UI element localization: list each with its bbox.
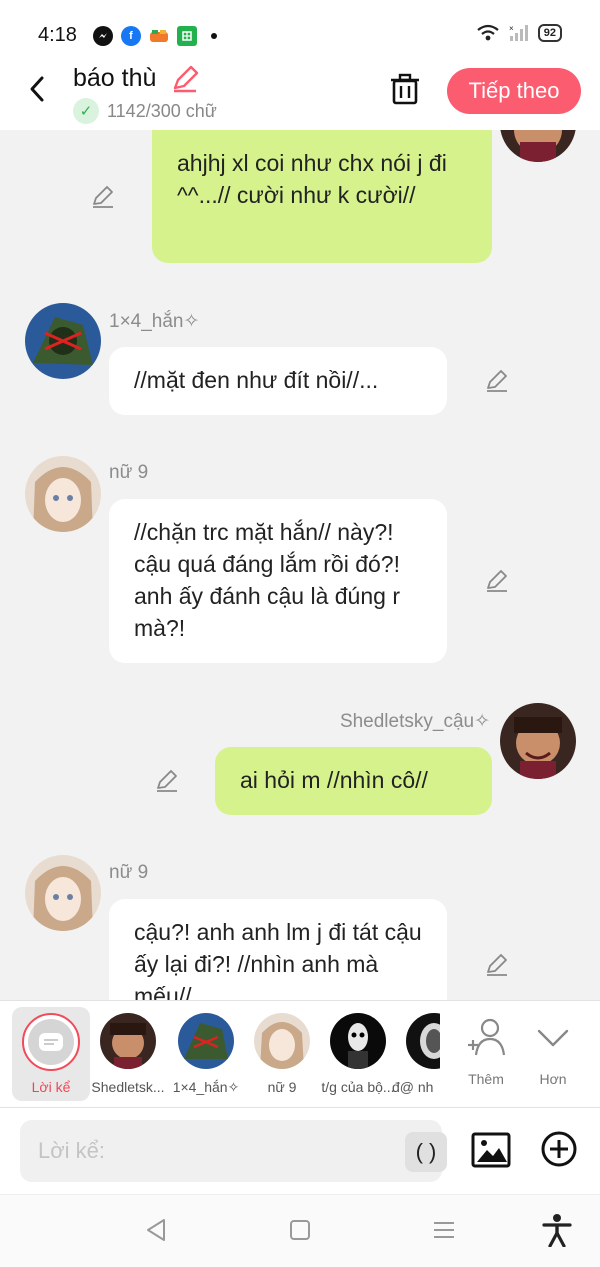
character-shedletsky[interactable]: Shedletsk... — [86, 1011, 170, 1101]
chevron-down-icon — [537, 1029, 569, 1047]
message-bubble[interactable]: cậu?! anh anh lm j đi tát cậu ấy lại đi?… — [109, 899, 447, 1000]
character-name: t/g của bộ... — [321, 1079, 395, 1095]
avatar — [330, 1013, 386, 1069]
sheet-icon — [177, 26, 197, 46]
status-bar: 4:18 f × 92 — [0, 0, 600, 60]
more-notifications-dot — [211, 33, 217, 39]
svg-text:×: × — [509, 24, 514, 33]
edit-message-icon[interactable] — [154, 768, 180, 794]
message-bubble[interactable]: ahjhj xl coi như chx nói j đi ^^...// cư… — [152, 130, 492, 263]
avatar-shedletsky[interactable] — [500, 130, 576, 162]
avatar-shedletsky[interactable] — [500, 703, 576, 779]
narrator-label: Lời kể — [31, 1079, 71, 1095]
edit-message-icon[interactable] — [484, 568, 510, 594]
avatar — [254, 1013, 310, 1069]
character-5[interactable]: đ@ nh — [392, 1011, 440, 1101]
narration-input[interactable] — [38, 1120, 378, 1182]
avatar-nu-9[interactable] — [25, 855, 101, 931]
character-name: đ@ nh — [392, 1079, 434, 1095]
avatar — [406, 1013, 440, 1069]
nav-home-icon[interactable] — [289, 1217, 311, 1243]
wifi-icon — [477, 24, 499, 41]
message-bubble[interactable]: ai hỏi m //nhìn cô// — [215, 747, 492, 815]
parenthesis-button[interactable]: ( ) — [405, 1132, 447, 1172]
signal-icon: × — [509, 24, 528, 41]
messenger-icon — [93, 26, 113, 46]
composer: ( ) — [0, 1108, 600, 1194]
avatar-nu-9[interactable] — [25, 456, 101, 532]
edit-message-icon[interactable] — [484, 368, 510, 394]
status-time: 4:18 — [38, 24, 77, 46]
check-icon: ✓ — [73, 98, 99, 124]
add-character-button[interactable]: Thêm — [454, 1013, 518, 1093]
avatar-1x4-han[interactable] — [25, 303, 101, 379]
story-title: báo thù — [73, 64, 157, 92]
sender-name: nữ 9 — [109, 462, 149, 483]
trash-icon[interactable] — [388, 72, 422, 106]
avatar — [178, 1013, 234, 1069]
game-icon — [149, 26, 169, 46]
message-bubble[interactable]: //chặn trc mặt hắn// này?! cậu quá đáng … — [109, 499, 447, 663]
next-button[interactable]: Tiếp theo — [447, 68, 581, 114]
edit-message-icon[interactable] — [484, 952, 510, 978]
more-label: Hơn — [539, 1071, 567, 1087]
editor-header: báo thù ✓ 1142/300 chữ Tiếp theo — [0, 60, 600, 130]
nav-menu-icon[interactable] — [432, 1217, 456, 1243]
nav-back-icon[interactable] — [144, 1217, 168, 1243]
narration-icon — [39, 1033, 63, 1051]
character-tg[interactable]: t/g của bộ... — [316, 1011, 400, 1101]
plus-circle-icon[interactable] — [540, 1130, 578, 1168]
sender-name: Shedletsky_cậu✧ — [339, 711, 490, 732]
notification-icons: f — [93, 26, 217, 46]
sender-name: nữ 9 — [109, 862, 149, 883]
composer-box: ( ) — [20, 1120, 447, 1182]
message-bubble[interactable]: //mặt đen như đít nồi//... — [109, 347, 447, 415]
system-nav-bar — [0, 1194, 600, 1267]
battery-indicator: 92 — [537, 24, 562, 42]
accessibility-icon[interactable] — [542, 1213, 572, 1247]
add-label: Thêm — [468, 1071, 504, 1087]
back-arrow-icon[interactable] — [24, 72, 50, 106]
sender-name: 1×4_hắn✧ — [109, 311, 200, 332]
character-selector: Lời kể Shedletsk... 1×4_hắn✧ nữ 9 t/g củ… — [0, 1000, 600, 1108]
avatar — [100, 1013, 156, 1069]
word-count: 1142/300 chữ — [107, 100, 217, 121]
narrator-option[interactable]: Lời kể — [12, 1007, 90, 1101]
facebook-icon: f — [121, 26, 141, 46]
edit-message-icon[interactable] — [90, 184, 116, 210]
image-icon[interactable] — [471, 1130, 511, 1170]
status-right: × 92 — [476, 24, 562, 42]
edit-title-icon[interactable] — [170, 64, 200, 94]
chat-area: ahjhj xl coi như chx nói j đi ^^...// cư… — [0, 130, 600, 1000]
add-person-icon — [468, 1018, 506, 1056]
word-count-row: ✓ 1142/300 chữ — [73, 98, 217, 124]
more-button[interactable]: Hơn — [521, 1013, 585, 1093]
